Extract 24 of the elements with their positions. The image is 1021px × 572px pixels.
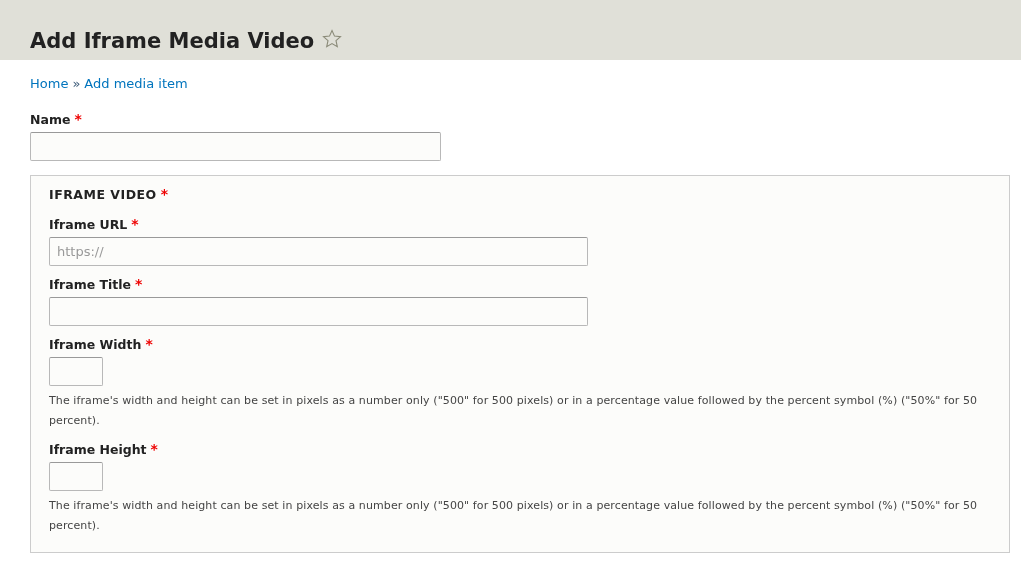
field-label: Iframe Height	[49, 442, 147, 457]
fieldset-legend: IFRAME VIDEO	[49, 187, 157, 202]
required-mark: *	[160, 186, 169, 202]
field-label: Iframe Width	[49, 337, 142, 352]
breadcrumb-separator: »	[72, 76, 81, 91]
star-icon[interactable]	[322, 29, 343, 49]
text-input[interactable]: https://	[49, 237, 588, 266]
field-description: The iframe's width and height can be set in pixels as a number only ("500" for 500 pixels) or in a percentage value followed by the percent symbol (%) ("50%" for 50 percent).	[49, 393, 979, 429]
field-label: Name	[30, 112, 71, 127]
text-input[interactable]	[49, 462, 103, 491]
breadcrumb-link[interactable]: Home	[30, 76, 69, 91]
field-label: Iframe URL	[49, 217, 128, 232]
breadcrumb-link[interactable]: Add media item	[84, 76, 188, 91]
required-mark: *	[150, 441, 158, 457]
text-input[interactable]	[49, 357, 103, 386]
field-description: The iframe's width and height can be set in pixels as a number only ("500" for 500 pixels) or in a percentage value followed by the percent symbol (%) ("50%" for 50 percent).	[49, 498, 979, 534]
required-mark: *	[145, 336, 153, 352]
required-mark: *	[135, 276, 143, 292]
field-label: Iframe Title	[49, 277, 132, 292]
page-title: Add Iframe Media Video	[30, 29, 315, 53]
required-mark: *	[74, 111, 82, 127]
text-input[interactable]	[49, 297, 588, 326]
required-mark: *	[131, 216, 139, 232]
name-input[interactable]	[30, 132, 441, 161]
